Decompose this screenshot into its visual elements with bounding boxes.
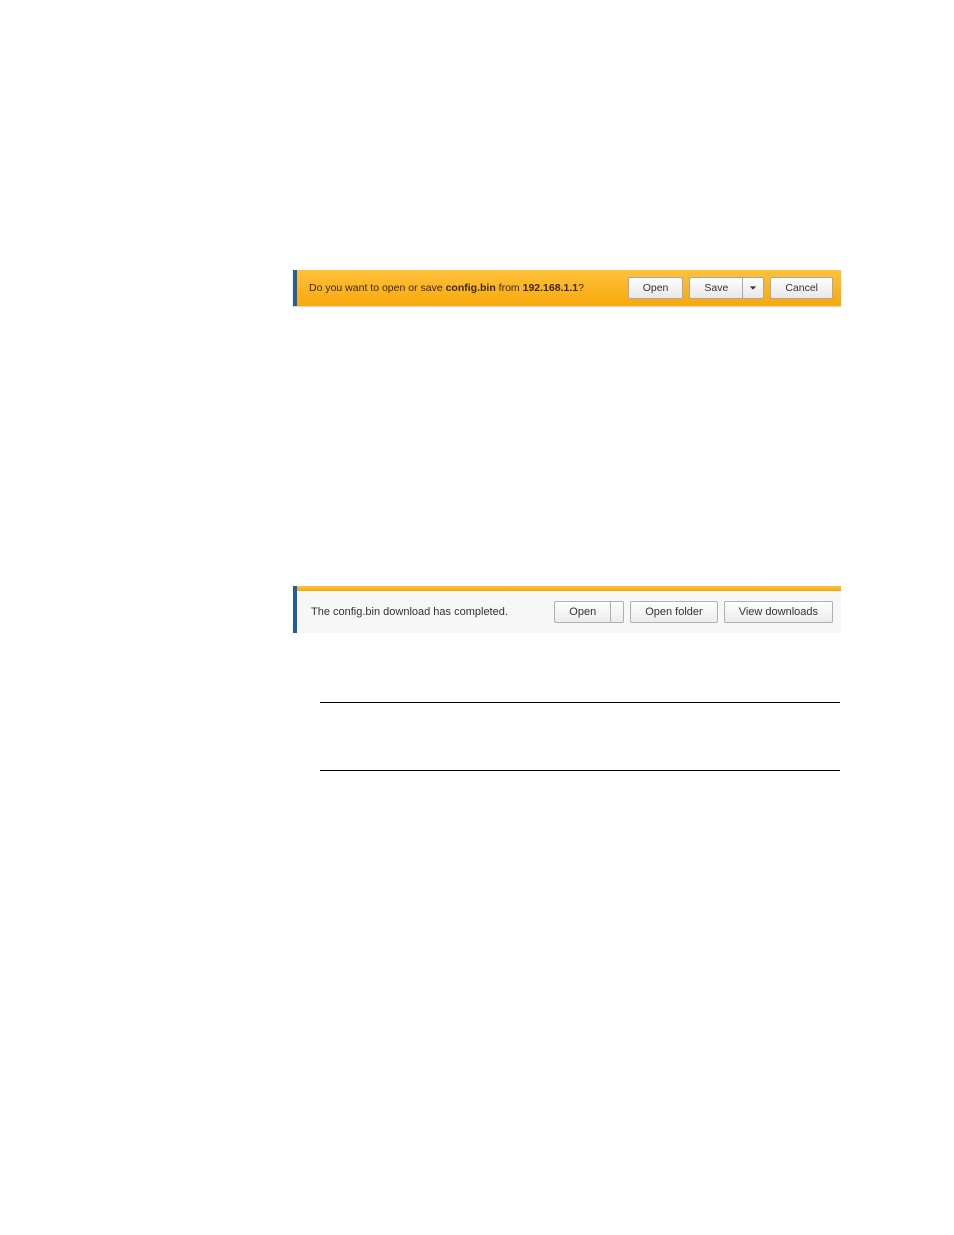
save-button[interactable]: Save (689, 277, 742, 299)
open-folder-button[interactable]: Open folder (630, 601, 717, 623)
download-complete-message: The config.bin download has completed. (297, 606, 554, 618)
download-complete-body: The config.bin download has completed. O… (293, 591, 841, 633)
cancel-button[interactable]: Cancel (770, 277, 833, 299)
prompt-host: 192.168.1.1 (523, 282, 578, 294)
prompt-filename: config.bin (446, 282, 496, 294)
prompt-prefix: Do you want to open or save (309, 282, 446, 294)
open-button[interactable]: Open (628, 277, 684, 299)
open-button[interactable]: Open (554, 601, 610, 623)
download-complete-buttons: Open Open folder View downloads (554, 601, 841, 623)
view-downloads-button[interactable]: View downloads (724, 601, 833, 623)
save-button-group: Save (689, 277, 764, 299)
download-prompt-message: Do you want to open or save config.bin f… (297, 282, 628, 294)
divider (320, 702, 840, 703)
open-button-group: Open (554, 601, 624, 623)
chevron-down-icon (749, 284, 757, 292)
divider (320, 770, 840, 771)
download-complete-bar: The config.bin download has completed. O… (293, 586, 841, 633)
prompt-mid: from (496, 282, 523, 294)
download-prompt-bar: Do you want to open or save config.bin f… (293, 270, 841, 306)
open-dropdown-button[interactable] (610, 601, 624, 623)
prompt-suffix: ? (578, 282, 584, 294)
save-dropdown-button[interactable] (742, 277, 764, 299)
download-prompt-buttons: Open Save Cancel (628, 277, 841, 299)
